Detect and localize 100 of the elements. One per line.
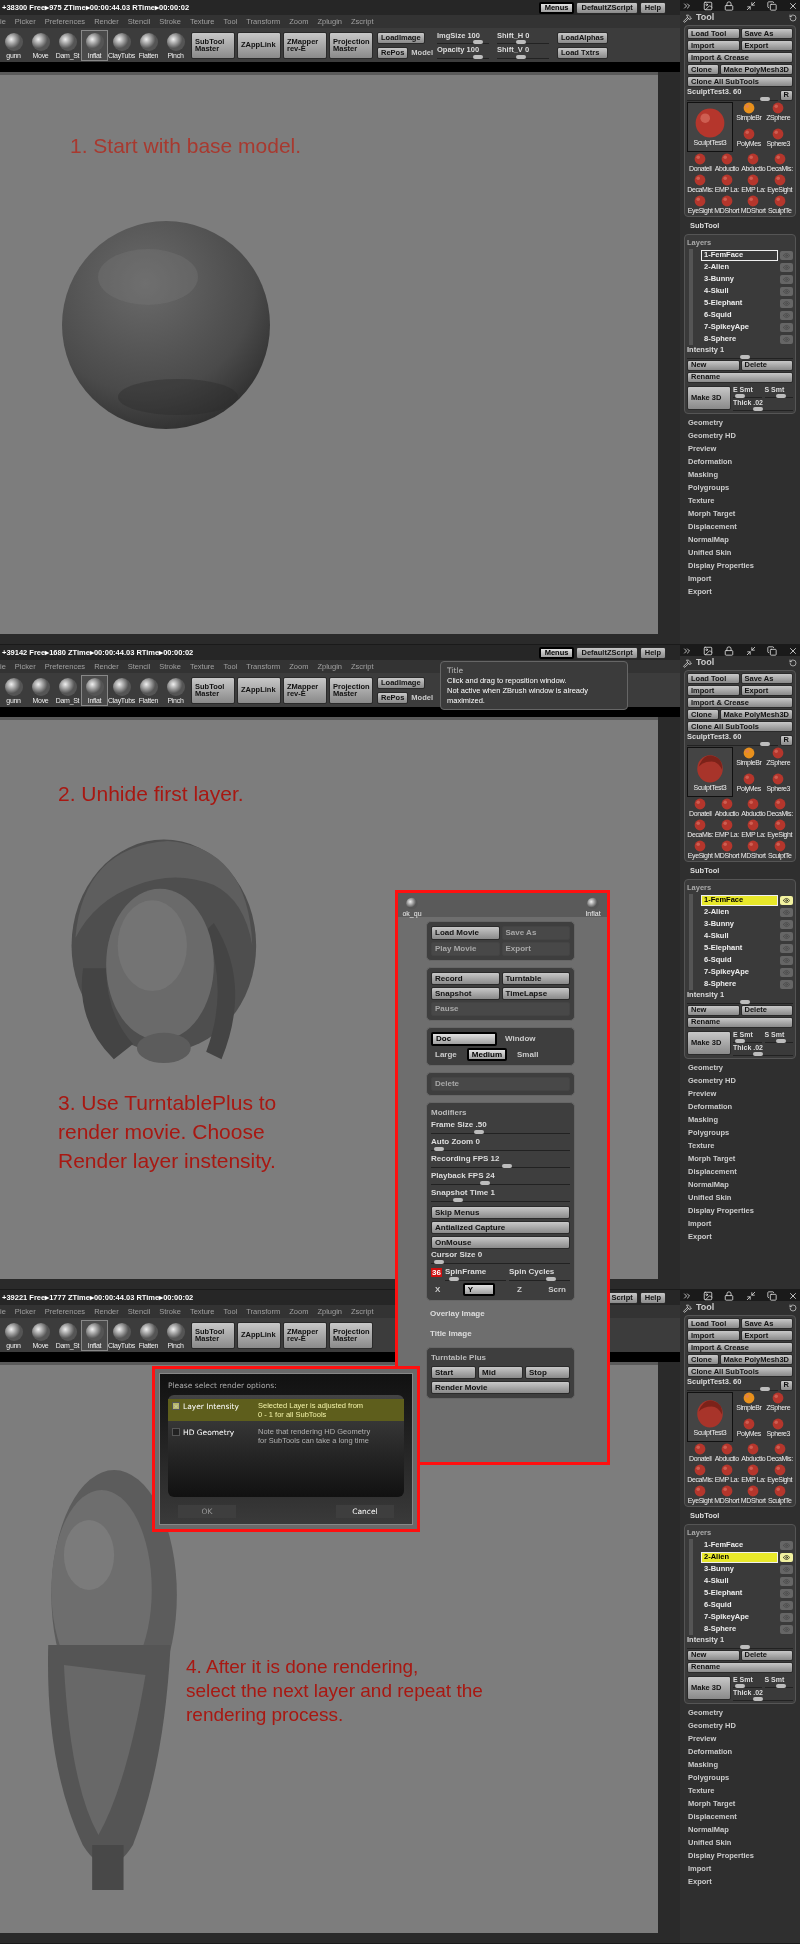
lock-icon[interactable]	[724, 1291, 735, 1301]
close-icon[interactable]	[787, 1, 798, 11]
slider-thumb[interactable]	[515, 40, 526, 44]
layer-toggle[interactable]	[780, 1552, 793, 1562]
image-option[interactable]: Overlay Image	[426, 1307, 575, 1321]
layer-toggle[interactable]	[780, 931, 793, 941]
axis-option[interactable]: Z	[512, 1283, 526, 1296]
slider-thumb[interactable]	[433, 1147, 444, 1151]
slider[interactable]: Spin Cycles	[508, 1268, 570, 1281]
layer-toggle[interactable]	[780, 262, 793, 272]
reset-icon[interactable]	[789, 659, 797, 667]
slider-thumb[interactable]	[545, 1277, 556, 1281]
slider-thumb[interactable]	[739, 999, 750, 1004]
restore-icon[interactable]	[766, 1, 777, 11]
restore-icon[interactable]	[766, 1291, 777, 1301]
size-option[interactable]: Medium	[466, 1048, 508, 1061]
layer-toggle[interactable]	[780, 1576, 793, 1586]
record-button[interactable]: Turntable	[501, 972, 570, 985]
layer-toggle[interactable]	[780, 334, 793, 344]
slider-thumb[interactable]	[480, 1181, 490, 1185]
record-button[interactable]: TimeLapse	[501, 987, 570, 1000]
arrows-icon[interactable]	[682, 1291, 692, 1301]
lock-icon[interactable]	[724, 646, 735, 656]
toggle-button[interactable]: Skip Menus	[431, 1206, 570, 1219]
movie-button[interactable]: Load Movie	[431, 926, 500, 940]
minimize-icon[interactable]	[745, 646, 756, 656]
slider[interactable]: Auto Zoom 0	[431, 1138, 570, 1153]
slider-thumb[interactable]	[739, 1644, 750, 1649]
slider-thumb[interactable]	[452, 1198, 463, 1202]
slider[interactable]: Snapshot Time 1	[431, 1189, 570, 1204]
slider-thumb[interactable]	[775, 393, 786, 398]
slider-thumb[interactable]	[501, 1164, 512, 1168]
slider-thumb[interactable]	[449, 1277, 459, 1281]
layer-toggle[interactable]	[780, 286, 793, 296]
slider-thumb[interactable]	[759, 741, 770, 746]
axis-option[interactable]: Scrn	[544, 1283, 570, 1296]
layer-toggle[interactable]	[780, 298, 793, 308]
slider-thumb[interactable]	[775, 1683, 786, 1688]
slider-thumb[interactable]	[753, 1696, 763, 1701]
layer-toggle[interactable]	[780, 1540, 793, 1550]
image-icon[interactable]	[703, 1, 714, 11]
checkbox[interactable]	[172, 1402, 180, 1411]
layer-toggle[interactable]	[780, 919, 793, 929]
slider[interactable]: Playback FPS 24	[431, 1172, 570, 1187]
image-option[interactable]: Title Image	[426, 1327, 575, 1341]
restore-icon[interactable]	[766, 646, 777, 656]
image-icon[interactable]	[703, 1291, 714, 1301]
layer-toggle[interactable]	[780, 274, 793, 284]
layer-toggle[interactable]	[780, 979, 793, 989]
source-option[interactable]: Doc	[431, 1032, 497, 1046]
slider-thumb[interactable]	[472, 54, 483, 59]
layer-toggle[interactable]	[780, 322, 793, 332]
layer-toggle[interactable]	[780, 955, 793, 965]
layer-toggle[interactable]	[780, 1588, 793, 1598]
close-icon[interactable]	[787, 646, 798, 656]
sequence-button[interactable]: Mid	[478, 1366, 523, 1379]
layer-toggle[interactable]	[780, 895, 793, 905]
checkbox[interactable]	[172, 1428, 180, 1437]
toggle-button[interactable]: Antialized Capture	[431, 1221, 570, 1234]
record-button[interactable]: Record	[431, 972, 500, 985]
slider-thumb[interactable]	[759, 1386, 770, 1391]
slider[interactable]: SpinFrame	[444, 1268, 506, 1281]
slider-thumb[interactable]	[753, 1051, 763, 1056]
source-option[interactable]: Window	[501, 1032, 540, 1046]
reset-icon[interactable]	[789, 14, 797, 22]
arrows-icon[interactable]	[682, 646, 692, 656]
layer-toggle[interactable]	[780, 250, 793, 260]
sequence-button[interactable]: Stop	[525, 1366, 570, 1379]
toggle-button[interactable]: OnMouse	[431, 1236, 570, 1249]
slider-thumb[interactable]	[472, 40, 483, 44]
axis-option[interactable]: X	[431, 1283, 445, 1296]
close-icon[interactable]	[787, 1291, 798, 1301]
minimize-icon[interactable]	[745, 1, 756, 11]
slider[interactable]: Recording FPS 12	[431, 1155, 570, 1170]
axis-option[interactable]: Y	[462, 1283, 495, 1296]
size-option[interactable]: Large	[431, 1048, 461, 1061]
slider[interactable]: Frame Size .50	[431, 1121, 570, 1136]
slider-thumb[interactable]	[433, 1260, 444, 1264]
slider-thumb[interactable]	[473, 1130, 484, 1134]
layer-toggle[interactable]	[780, 1564, 793, 1574]
sequence-button[interactable]: Start	[431, 1366, 476, 1379]
layer-toggle[interactable]	[780, 1600, 793, 1610]
slider-thumb[interactable]	[739, 354, 750, 359]
size-option[interactable]: Small	[513, 1048, 543, 1061]
layer-toggle[interactable]	[780, 1624, 793, 1634]
slider-thumb[interactable]	[775, 1038, 786, 1043]
slider-thumb[interactable]	[515, 54, 526, 59]
layer-toggle[interactable]	[780, 907, 793, 917]
layer-toggle[interactable]	[780, 967, 793, 977]
render-movie-button[interactable]: Render Movie	[431, 1381, 570, 1394]
record-button[interactable]: Snapshot	[431, 987, 500, 1000]
minimize-icon[interactable]	[745, 1291, 756, 1301]
reset-icon[interactable]	[789, 1304, 797, 1312]
arrows-icon[interactable]	[682, 1, 692, 11]
lock-icon[interactable]	[724, 1, 735, 11]
slider-thumb[interactable]	[759, 96, 770, 101]
layer-toggle[interactable]	[780, 1612, 793, 1622]
slider-thumb[interactable]	[734, 1683, 745, 1688]
slider-thumb[interactable]	[753, 406, 763, 411]
slider-thumb[interactable]	[734, 1038, 745, 1043]
